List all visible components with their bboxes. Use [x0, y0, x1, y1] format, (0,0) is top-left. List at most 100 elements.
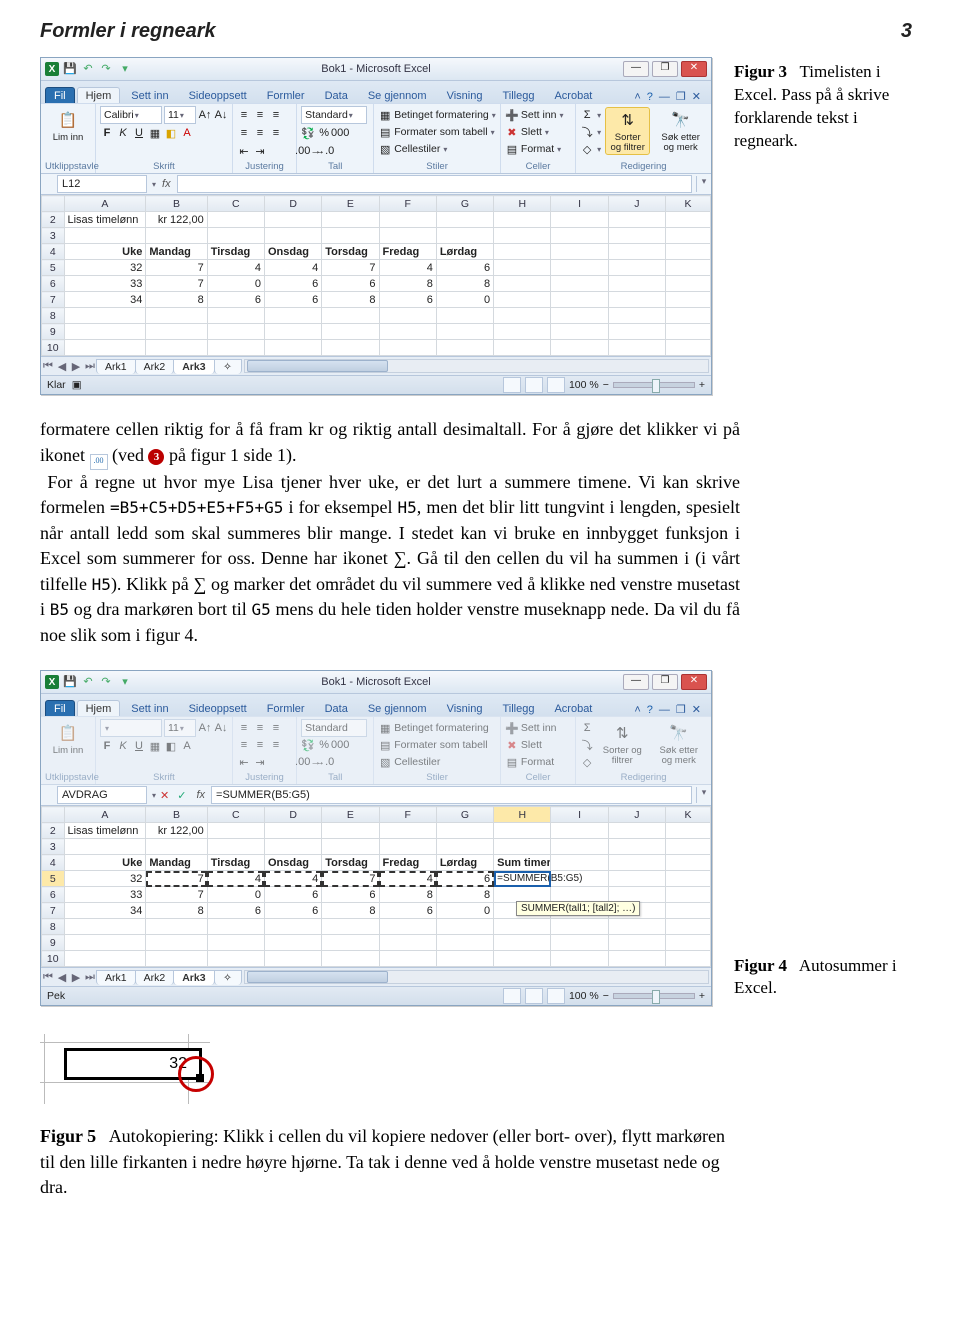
sheet-nav-prev-icon[interactable]: ◀ [55, 360, 69, 373]
fx-icon[interactable]: fx [190, 789, 211, 801]
mdi-close-icon[interactable]: ✕ [692, 90, 701, 103]
tab-acrobat[interactable]: Acrobat [545, 700, 601, 716]
row-header[interactable]: 8 [42, 919, 65, 935]
formula-bar[interactable] [177, 175, 692, 193]
col-header[interactable]: H [494, 196, 551, 212]
inc-decimal-icon[interactable]: .00→ [301, 144, 315, 158]
tab-data[interactable]: Data [316, 87, 357, 103]
cell[interactable]: 34 [64, 292, 146, 308]
col-header[interactable]: K [665, 196, 710, 212]
col-header[interactable]: B [146, 196, 207, 212]
spreadsheet-grid[interactable]: A B C D E F G H I J K 2 [41, 806, 711, 967]
row-header[interactable]: 2 [42, 212, 65, 228]
sheet-tab[interactable]: Ark2 [135, 970, 175, 985]
qat-customize-icon[interactable]: ▾ [117, 675, 132, 689]
zoom-level[interactable]: 100 % [569, 990, 599, 1002]
cell[interactable]: 6 [322, 276, 379, 292]
cell[interactable]: 4 [264, 260, 321, 276]
minimize-button[interactable]: — [623, 674, 649, 690]
tab-tillegg[interactable]: Tillegg [493, 700, 543, 716]
row-header[interactable]: 2 [42, 823, 65, 839]
name-box[interactable]: L12 [57, 175, 147, 193]
tab-acrobat[interactable]: Acrobat [545, 87, 601, 103]
col-header[interactable]: C [207, 807, 264, 823]
cell[interactable]: 0 [436, 292, 493, 308]
cell-styles-button[interactable]: ▧Cellestiler▾ [378, 141, 447, 157]
cell[interactable]: Tirsdag [207, 244, 264, 260]
row-header[interactable]: 7 [42, 903, 65, 919]
ribbon-minimize-icon[interactable]: ˄ [634, 91, 640, 103]
zoom-in-icon[interactable]: + [699, 990, 705, 1002]
font-name-combo[interactable]: Calibri▾ [100, 106, 162, 124]
tab-tillegg[interactable]: Tillegg [493, 87, 543, 103]
col-header[interactable]: H [494, 807, 551, 823]
sort-filter-button[interactable]: ⇅ Sorter og filtrer [605, 107, 650, 155]
tab-fil[interactable]: Fil [45, 87, 75, 103]
align-right-icon[interactable]: ≡ [269, 126, 283, 140]
view-normal-icon[interactable] [503, 988, 521, 1004]
tab-data[interactable]: Data [316, 700, 357, 716]
col-header[interactable]: E [322, 196, 379, 212]
indent-dec-icon[interactable]: ⇤ [237, 144, 251, 158]
row-header[interactable]: 6 [42, 887, 65, 903]
help-icon[interactable]: ? [647, 704, 653, 716]
cell[interactable]: 8 [146, 292, 207, 308]
dec-decimal-icon[interactable]: →.0 [317, 144, 331, 158]
grow-font-icon[interactable]: A↑ [198, 108, 212, 122]
currency-icon[interactable]: 💱 [301, 126, 315, 140]
sheet-tab[interactable]: Ark1 [96, 970, 136, 985]
tab-settinn[interactable]: Sett inn [122, 700, 177, 716]
horizontal-scrollbar[interactable] [244, 359, 709, 373]
qat-redo-icon[interactable]: ↷ [99, 62, 113, 76]
zoom-level[interactable]: 100 % [569, 379, 599, 391]
border-icon[interactable]: ▦ [148, 126, 162, 140]
sheet-tab-active[interactable]: Ark3 [173, 970, 214, 985]
sheet-nav-last-icon[interactable]: ⏭ [83, 360, 97, 373]
tab-sideoppsett[interactable]: Sideoppsett [180, 700, 256, 716]
cell[interactable]: Onsdag [264, 244, 321, 260]
font-color-icon[interactable]: A [180, 126, 194, 140]
cell[interactable]: Uke [64, 244, 146, 260]
col-header[interactable]: G [436, 196, 493, 212]
name-box[interactable]: AVDRAG [57, 786, 147, 804]
cell[interactable]: Fredag [379, 244, 436, 260]
tab-segjennom[interactable]: Se gjennom [359, 700, 436, 716]
zoom-out-icon[interactable]: − [603, 990, 609, 1002]
tab-hjem[interactable]: Hjem [77, 87, 121, 103]
row-header[interactable]: 6 [42, 276, 65, 292]
minimize-button[interactable]: — [623, 61, 649, 77]
row-header[interactable]: 3 [42, 839, 65, 855]
format-cells-button[interactable]: ▤Format▾ [505, 141, 561, 157]
new-sheet-button[interactable]: ✧ [214, 359, 242, 374]
align-mid-icon[interactable]: ≡ [253, 108, 267, 122]
cell[interactable]: 8 [379, 276, 436, 292]
sheet-nav-last-icon[interactable]: ⏭ [83, 971, 97, 984]
align-top-icon[interactable]: ≡ [237, 108, 251, 122]
cell[interactable]: 7 [146, 260, 207, 276]
cell[interactable]: Torsdag [322, 244, 379, 260]
restore-button[interactable]: ❐ [652, 674, 678, 690]
row-header[interactable]: 8 [42, 308, 65, 324]
col-header[interactable]: J [608, 196, 665, 212]
view-pagebreak-icon[interactable] [547, 988, 565, 1004]
active-cell[interactable]: =SUMMER(B5:G5) [494, 871, 551, 887]
row-header[interactable]: 9 [42, 324, 65, 340]
row-header[interactable]: 5 [42, 871, 65, 887]
cell[interactable]: 6 [207, 292, 264, 308]
horizontal-scrollbar[interactable] [244, 970, 709, 984]
tab-segjennom[interactable]: Se gjennom [359, 87, 436, 103]
col-header[interactable]: A [64, 807, 146, 823]
row-header[interactable]: 7 [42, 292, 65, 308]
select-all-corner[interactable] [42, 196, 65, 212]
zoom-out-icon[interactable]: − [603, 379, 609, 391]
cell[interactable]: 8 [436, 276, 493, 292]
row-header[interactable]: 5 [42, 260, 65, 276]
col-header[interactable]: J [608, 807, 665, 823]
col-header[interactable]: D [264, 807, 321, 823]
cell[interactable]: 7 [322, 260, 379, 276]
format-as-table-button[interactable]: ▤Formater som tabell▾ [378, 124, 494, 140]
view-normal-icon[interactable] [503, 377, 521, 393]
delete-cells-button[interactable]: ✖Slett▾ [505, 124, 549, 140]
sheet-tab-active[interactable]: Ark3 [173, 359, 214, 374]
col-header[interactable]: A [64, 196, 146, 212]
